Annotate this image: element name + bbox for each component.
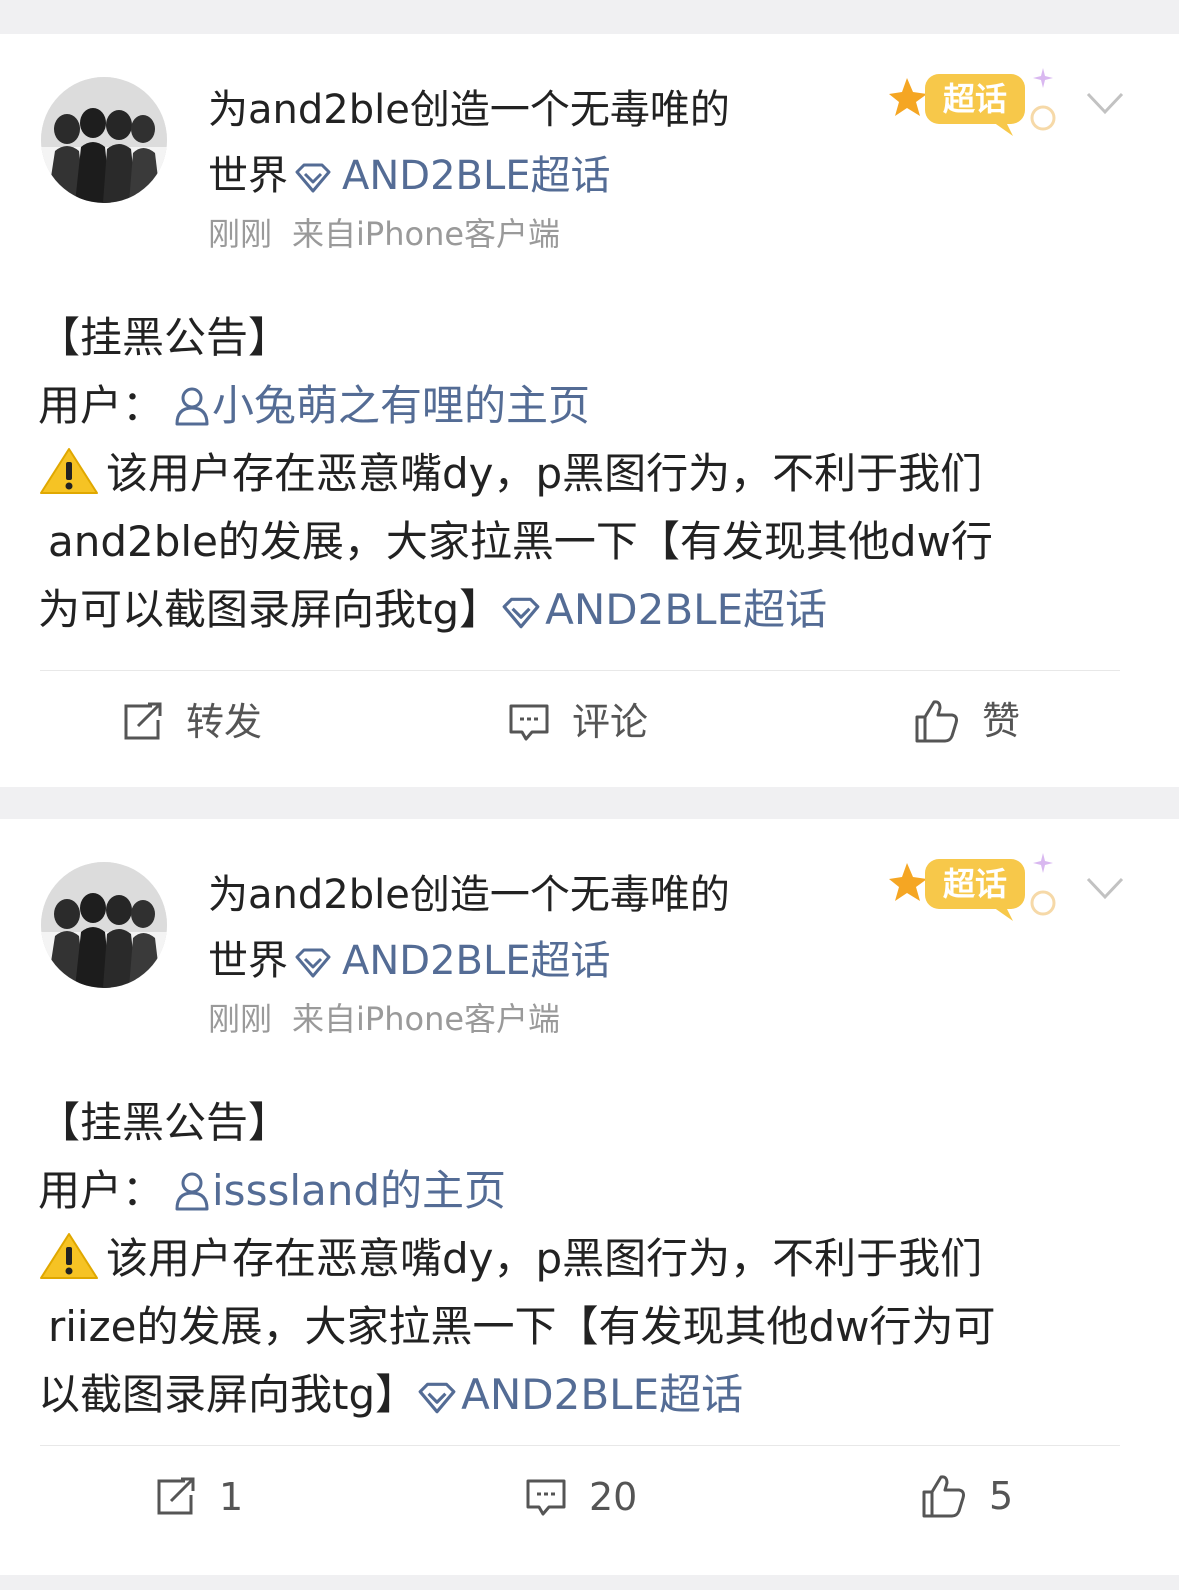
badge-label: 超话 xyxy=(943,865,1007,903)
post-source: 来自iPhone客户端 xyxy=(292,1000,561,1038)
comment-button[interactable]: 20 xyxy=(525,1477,637,1517)
post-card[interactable]: 为and2ble创造一个无毒唯的 世界 AND2BLE超话 刚刚 来自iPhone客… xyxy=(0,819,1179,1575)
body-text: 以截图录屏向我tg】 xyxy=(38,1370,418,1419)
body-line: 该用户存在恶意嘴dy，p黑图行为，不利于我们 xyxy=(38,440,1118,508)
avatar[interactable] xyxy=(41,77,167,203)
gem-icon xyxy=(294,945,332,985)
post-title: 【挂黑公告】 xyxy=(38,1098,291,1147)
supertopic-badge-icon[interactable]: 超话 xyxy=(885,60,1065,140)
repost-icon xyxy=(124,702,162,740)
like-button[interactable]: 5 xyxy=(921,1473,1013,1519)
comment-count: 20 xyxy=(589,1475,638,1519)
user-icon xyxy=(174,1163,210,1231)
user-icon xyxy=(174,378,210,446)
post-content: 【挂黑公告】 用户： 小兔萌之有哩的主页 该用户存在恶意嘴dy，p黑图行为，不利于… xyxy=(38,304,1118,644)
body-line: 该用户存在恶意嘴dy，p黑图行为，不利于我们 xyxy=(38,1225,1118,1293)
user-profile-link[interactable]: isssland的主页 xyxy=(164,1166,506,1215)
supertopic-link[interactable]: AND2BLE超话 xyxy=(417,1370,743,1419)
supertopic-link[interactable]: AND2BLE超话 xyxy=(288,153,611,199)
author-name-suffix[interactable]: 世界 xyxy=(208,938,288,984)
user-line: 用户： 小兔萌之有哩的主页 xyxy=(38,372,1118,440)
badge-label: 超话 xyxy=(943,80,1007,118)
post-source: 来自iPhone客户端 xyxy=(292,215,561,253)
supertopic-label[interactable]: AND2BLE超话 xyxy=(545,585,827,634)
supertopic-badge-icon[interactable]: 超话 xyxy=(885,845,1065,925)
repost-button[interactable]: 转发 xyxy=(122,702,262,742)
supertopic-label[interactable]: AND2BLE超话 xyxy=(342,153,611,199)
like-icon xyxy=(915,700,958,743)
post-card[interactable]: 为and2ble创造一个无毒唯的 世界 AND2BLE超话 刚刚 来自iPhone客… xyxy=(0,34,1179,787)
comment-button[interactable]: 评论 xyxy=(508,702,648,742)
gem-icon xyxy=(501,581,541,649)
post-title: 【挂黑公告】 xyxy=(38,313,291,362)
body-line: riize的发展，大家拉黑一下【有发现其他dw行为可 xyxy=(48,1302,996,1351)
avatar[interactable] xyxy=(41,862,167,988)
body-line: and2ble的发展，大家拉黑一下【有发现其他dw行 xyxy=(48,517,993,566)
body-line: 为可以截图录屏向我tg】 AND2BLE超话 xyxy=(38,576,1118,644)
body-text: 该用户存在恶意嘴dy，p黑图行为，不利于我们 xyxy=(106,449,983,498)
user-profile-link[interactable]: 小兔萌之有哩的主页 xyxy=(164,381,590,430)
supertopic-link[interactable]: AND2BLE超话 xyxy=(288,938,611,984)
chevron-down-icon[interactable] xyxy=(1085,875,1125,903)
repost-button[interactable]: 1 xyxy=(155,1477,243,1517)
gem-icon xyxy=(417,1366,457,1434)
comment-label: 评论 xyxy=(572,700,649,744)
author-name[interactable]: 为and2ble创造一个无毒唯的 xyxy=(208,875,730,915)
chevron-down-icon[interactable] xyxy=(1085,90,1125,118)
post-time: 刚刚 xyxy=(208,1000,273,1038)
user-line: 用户： isssland的主页 xyxy=(38,1157,1118,1225)
author-name-line2[interactable]: 世界 AND2BLE超话 xyxy=(208,941,611,985)
divider xyxy=(40,1445,1120,1446)
avatar-photo-icon xyxy=(41,862,167,988)
comment-icon xyxy=(509,704,549,741)
post-meta: 刚刚 来自iPhone客户端 xyxy=(208,218,560,250)
post-meta: 刚刚 来自iPhone客户端 xyxy=(208,1003,560,1035)
supertopic-label[interactable]: AND2BLE超话 xyxy=(461,1370,743,1419)
like-label: 赞 xyxy=(982,699,1021,743)
repost-label: 转发 xyxy=(186,700,263,744)
divider xyxy=(40,670,1120,671)
author-name-suffix[interactable]: 世界 xyxy=(208,153,288,199)
avatar-photo-icon xyxy=(41,77,167,203)
like-button[interactable]: 赞 xyxy=(914,698,1020,744)
warning-icon xyxy=(38,1231,100,1301)
user-link-label[interactable]: 小兔萌之有哩的主页 xyxy=(212,381,590,430)
repost-icon xyxy=(157,1477,195,1515)
post-time: 刚刚 xyxy=(208,215,273,253)
user-prefix: 用户： xyxy=(38,1166,165,1215)
body-text: 为可以截图录屏向我tg】 xyxy=(38,585,502,634)
body-line: 以截图录屏向我tg】 AND2BLE超话 xyxy=(38,1361,1118,1429)
body-text: 该用户存在恶意嘴dy，p黑图行为，不利于我们 xyxy=(106,1234,983,1283)
user-prefix: 用户： xyxy=(38,381,165,430)
gem-icon xyxy=(294,160,332,200)
supertopic-link[interactable]: AND2BLE超话 xyxy=(501,585,827,634)
comment-icon xyxy=(526,1479,566,1516)
like-count: 5 xyxy=(989,1474,1014,1518)
repost-count: 1 xyxy=(219,1475,244,1519)
user-link-label[interactable]: isssland的主页 xyxy=(212,1166,506,1215)
author-name-line2[interactable]: 世界 AND2BLE超话 xyxy=(208,156,611,200)
post-content: 【挂黑公告】 用户： isssland的主页 该用户存在恶意嘴dy，p黑图行为，不… xyxy=(38,1089,1118,1429)
author-name[interactable]: 为and2ble创造一个无毒唯的 xyxy=(208,90,730,130)
supertopic-label[interactable]: AND2BLE超话 xyxy=(342,938,611,984)
warning-icon xyxy=(38,446,100,516)
like-icon xyxy=(922,1475,965,1518)
